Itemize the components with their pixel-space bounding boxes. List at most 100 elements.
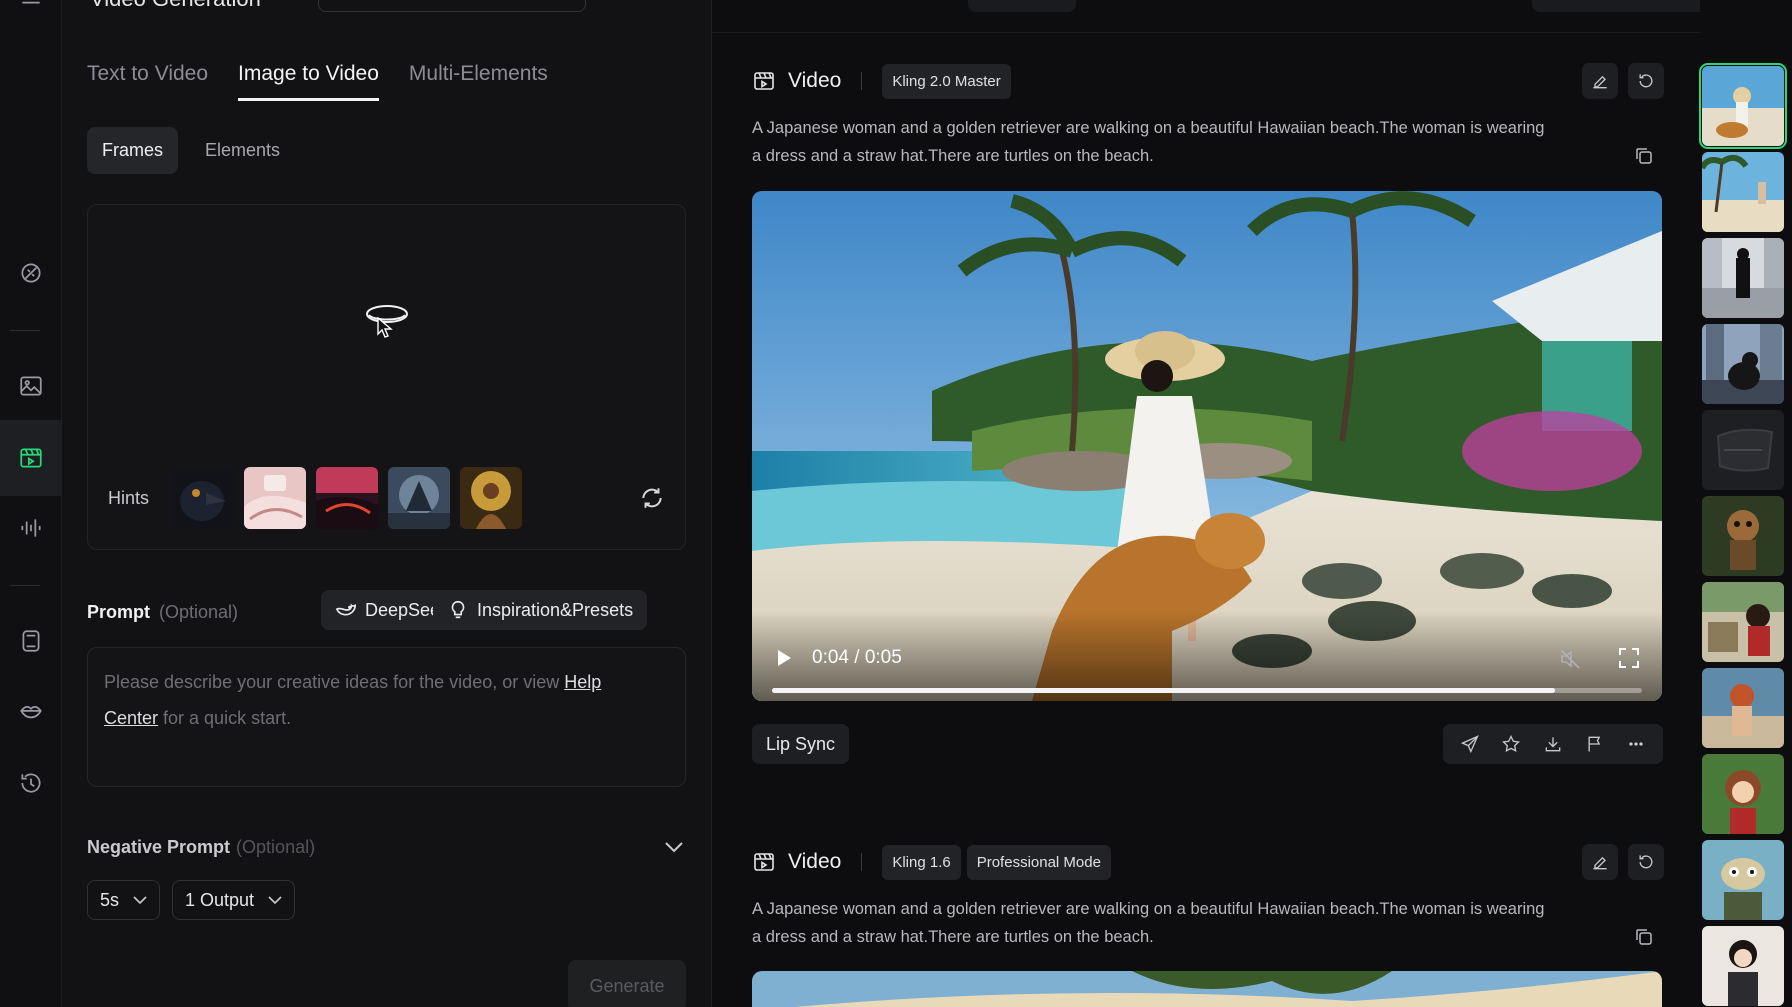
hint-thumbnail[interactable] bbox=[244, 467, 306, 529]
inspiration-presets-label: Inspiration&Presets bbox=[477, 599, 634, 620]
effects-icon[interactable] bbox=[10, 620, 52, 662]
image-upload-area[interactable]: Hints bbox=[87, 204, 686, 550]
audio-wave-icon[interactable] bbox=[10, 507, 52, 549]
negative-prompt-label: Negative Prompt bbox=[87, 837, 231, 857]
star-icon[interactable] bbox=[1501, 734, 1521, 754]
video-controls: 0:04 / 0:05 bbox=[752, 611, 1662, 701]
edit-button[interactable] bbox=[1582, 63, 1618, 99]
duration-value: 5s bbox=[100, 889, 120, 910]
history-thumbnail[interactable] bbox=[1702, 840, 1784, 920]
history-thumbnail[interactable] bbox=[1702, 152, 1784, 232]
icon-rail bbox=[0, 0, 62, 1007]
hint-thumbnail[interactable] bbox=[316, 467, 378, 529]
sub-tabs: Frames Elements bbox=[87, 127, 295, 174]
history-thumbnail[interactable] bbox=[1702, 926, 1784, 1006]
lip-sync-button[interactable]: Lip Sync bbox=[752, 724, 850, 764]
rail-divider bbox=[10, 330, 40, 331]
refresh-icon[interactable] bbox=[639, 485, 665, 511]
settings-row: 5s 1 Output bbox=[87, 880, 296, 920]
history-icon[interactable] bbox=[10, 762, 52, 804]
subtab-elements[interactable]: Elements bbox=[190, 127, 295, 174]
help-center-link[interactable]: Help bbox=[564, 672, 601, 692]
subtab-frames[interactable]: Frames bbox=[87, 127, 179, 174]
prompt-description: A Japanese woman and a golden retriever … bbox=[752, 900, 1545, 946]
generation-panel: Video Generation Text to Video Image to … bbox=[62, 0, 712, 1007]
menu-icon[interactable] bbox=[10, 0, 52, 28]
image-icon[interactable] bbox=[10, 365, 52, 407]
send-icon[interactable] bbox=[1460, 734, 1480, 754]
divider bbox=[861, 72, 863, 90]
history-thumbnail[interactable] bbox=[1702, 324, 1784, 404]
regenerate-button[interactable] bbox=[1628, 63, 1664, 99]
more-icon[interactable] bbox=[1626, 734, 1646, 754]
results-area: Video Kling 2.0 Master A Japanese woman … bbox=[712, 0, 1792, 1007]
hints-label: Hints bbox=[108, 487, 150, 508]
video-actions-toolbar bbox=[1443, 724, 1663, 764]
video-icon[interactable] bbox=[0, 420, 62, 496]
card-title: Video bbox=[788, 850, 842, 873]
hint-thumbnail[interactable] bbox=[388, 467, 450, 529]
history-thumbnail-strip bbox=[1699, 0, 1792, 1007]
card-actions bbox=[1582, 63, 1664, 99]
filter-dropdown[interactable] bbox=[968, 0, 1076, 12]
page-title: Video Generation bbox=[90, 0, 261, 12]
chevron-down-icon bbox=[133, 896, 147, 905]
copy-icon[interactable] bbox=[1634, 146, 1654, 166]
video-player[interactable]: 0:04 / 0:05 bbox=[752, 191, 1662, 701]
fullscreen-icon[interactable] bbox=[1618, 647, 1640, 669]
history-thumbnail[interactable] bbox=[1702, 238, 1784, 318]
edit-button[interactable] bbox=[1582, 844, 1618, 880]
hint-thumbnail[interactable] bbox=[460, 467, 522, 529]
tab-text-to-video[interactable]: Text to Video bbox=[87, 62, 208, 101]
mode-badge: Professional Mode bbox=[966, 844, 1111, 880]
copy-icon[interactable] bbox=[1634, 927, 1654, 947]
prompt-placeholder: Please describe your creative ideas for … bbox=[104, 672, 565, 692]
video-time: 0:04 / 0:05 bbox=[812, 647, 902, 668]
negative-prompt-toggle[interactable]: Negative Prompt (Optional) bbox=[87, 837, 686, 858]
regenerate-button[interactable] bbox=[1628, 844, 1664, 880]
rail-divider bbox=[10, 585, 40, 586]
mouse-cursor-icon bbox=[377, 317, 393, 338]
tab-multi-elements[interactable]: Multi-Elements bbox=[409, 62, 548, 101]
play-icon[interactable] bbox=[774, 647, 794, 669]
output-count-select[interactable]: 1 Output bbox=[172, 880, 296, 920]
prompt-description: A Japanese woman and a golden retriever … bbox=[752, 119, 1545, 165]
model-badge: Kling 2.0 Master bbox=[882, 63, 1011, 99]
video-card-header: Video Kling 2.0 Master bbox=[752, 62, 1011, 100]
history-thumbnail[interactable] bbox=[1702, 582, 1784, 662]
lip-icon[interactable] bbox=[10, 691, 52, 733]
lightbulb-icon bbox=[451, 600, 465, 619]
inspiration-presets-button[interactable]: Inspiration&Presets bbox=[433, 590, 648, 630]
history-thumbnail[interactable] bbox=[1702, 496, 1784, 576]
magic-brush-icon[interactable] bbox=[10, 252, 52, 294]
video-progress-bar[interactable] bbox=[772, 688, 1642, 693]
prompt-header: Prompt (Optional) DeepSeek Inspiration&P… bbox=[87, 590, 686, 632]
history-thumbnail[interactable] bbox=[1699, 63, 1787, 149]
prompt-label: Prompt bbox=[87, 602, 150, 622]
download-icon[interactable] bbox=[1543, 734, 1563, 754]
history-thumbnail[interactable] bbox=[1702, 410, 1784, 490]
deepseek-whale-icon bbox=[335, 603, 356, 616]
undo-icon bbox=[1639, 855, 1653, 869]
chevron-down-icon bbox=[665, 842, 683, 853]
history-thumbnail[interactable] bbox=[1702, 754, 1784, 834]
flag-icon[interactable] bbox=[1585, 734, 1605, 754]
prompt-optional-label: (Optional) bbox=[159, 602, 239, 622]
top-divider bbox=[712, 32, 1792, 33]
prompt-placeholder: for a quick start. bbox=[158, 708, 292, 728]
mute-icon[interactable] bbox=[1558, 647, 1582, 671]
video-icon bbox=[754, 72, 774, 90]
pencil-icon bbox=[1593, 75, 1607, 89]
prompt-textarea[interactable]: Please describe your creative ideas for … bbox=[87, 647, 686, 787]
hint-thumbnail[interactable] bbox=[172, 467, 234, 529]
undo-icon bbox=[1639, 74, 1653, 88]
tab-image-to-video[interactable]: Image to Video bbox=[238, 62, 379, 101]
video-player[interactable] bbox=[752, 971, 1662, 1007]
model-selector[interactable] bbox=[318, 0, 586, 12]
model-badge: Kling 1.6 bbox=[882, 844, 961, 880]
generate-button[interactable]: Generate bbox=[568, 960, 686, 1007]
hints-row: Hints bbox=[108, 467, 522, 529]
help-center-link[interactable]: Center bbox=[104, 708, 158, 728]
duration-select[interactable]: 5s bbox=[87, 880, 161, 920]
history-thumbnail[interactable] bbox=[1702, 668, 1784, 748]
